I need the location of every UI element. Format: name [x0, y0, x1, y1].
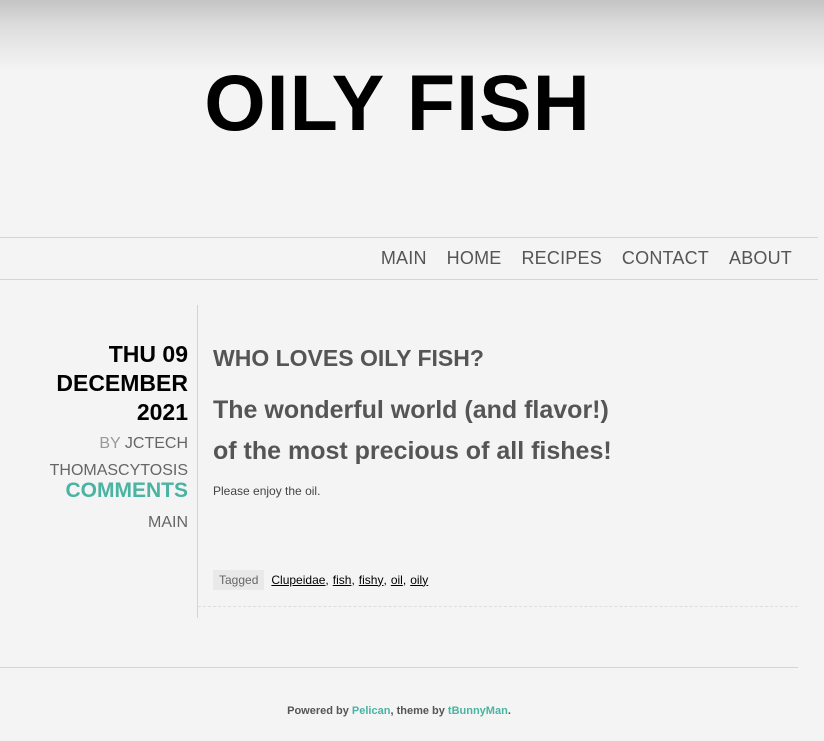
footer: Powered by Pelican, theme by tBunnyMan. [0, 705, 798, 717]
post-date-month: DECEMBER [56, 370, 188, 396]
footer-suffix: . [507, 705, 511, 717]
article-body: Please enjoy the oil. [213, 484, 321, 498]
page: OILY FISH MAIN HOME RECIPES CONTACT ABOU… [0, 0, 824, 741]
footer-powered-prefix: Powered by [287, 705, 349, 717]
tag-link[interactable]: oily [410, 573, 428, 587]
byline: BY JCTECH [0, 435, 188, 453]
footer-theme-prefix: , theme by [390, 705, 445, 717]
nav-item-contact[interactable]: CONTACT [622, 248, 709, 268]
comments-link[interactable]: COMMENTS [0, 480, 189, 502]
author-link[interactable]: JCTECH [125, 435, 188, 452]
tag-link[interactable]: fishy [359, 573, 384, 587]
article: WHO LOVES OILY FISH? The wonderful world… [213, 343, 797, 498]
article-subtitle-line1: The wonderful world (and flavor!) [213, 396, 609, 424]
tag-link[interactable]: oil [391, 573, 403, 587]
tag-link[interactable]: fish [333, 573, 352, 587]
footer-divider [0, 667, 798, 668]
vertical-divider [197, 305, 198, 618]
article-end-divider [198, 606, 798, 607]
nav-item-recipes[interactable]: RECIPES [521, 248, 601, 268]
tag-list: Tagged Clupeidae, fish, fishy, oil, oily [213, 569, 428, 590]
tag-label: Tagged [213, 569, 265, 590]
article-subtitle: The wonderful world (and flavor!) of the… [213, 390, 797, 472]
post-date-year: 2021 [136, 399, 188, 425]
main-nav: MAIN HOME RECIPES CONTACT ABOUT [0, 237, 818, 280]
tag-link[interactable]: Clupeidae [271, 573, 325, 587]
post-date: THU 09 DECEMBER 2021 [0, 340, 188, 427]
nav-item-home[interactable]: HOME [447, 248, 502, 268]
article-title: WHO LOVES OILY FISH? [213, 345, 484, 371]
post-date-weekday: THU 09 [108, 341, 188, 367]
site-title[interactable]: OILY FISH [0, 60, 795, 146]
byline-prefix: BY [99, 435, 121, 452]
commenter-name: THOMASCYTOSIS [49, 462, 188, 479]
theme-author-link[interactable]: tBunnyMan [448, 705, 508, 717]
category-link[interactable]: MAIN [0, 514, 188, 532]
nav-item-about[interactable]: ABOUT [729, 248, 792, 268]
post-meta: THU 09 DECEMBER 2021 BY JCTECH THOMASCYT… [0, 340, 188, 532]
nav-item-main[interactable]: MAIN [381, 248, 427, 268]
pelican-link[interactable]: Pelican [352, 705, 391, 717]
article-subtitle-line2: of the most precious of all fishes! [213, 437, 612, 465]
